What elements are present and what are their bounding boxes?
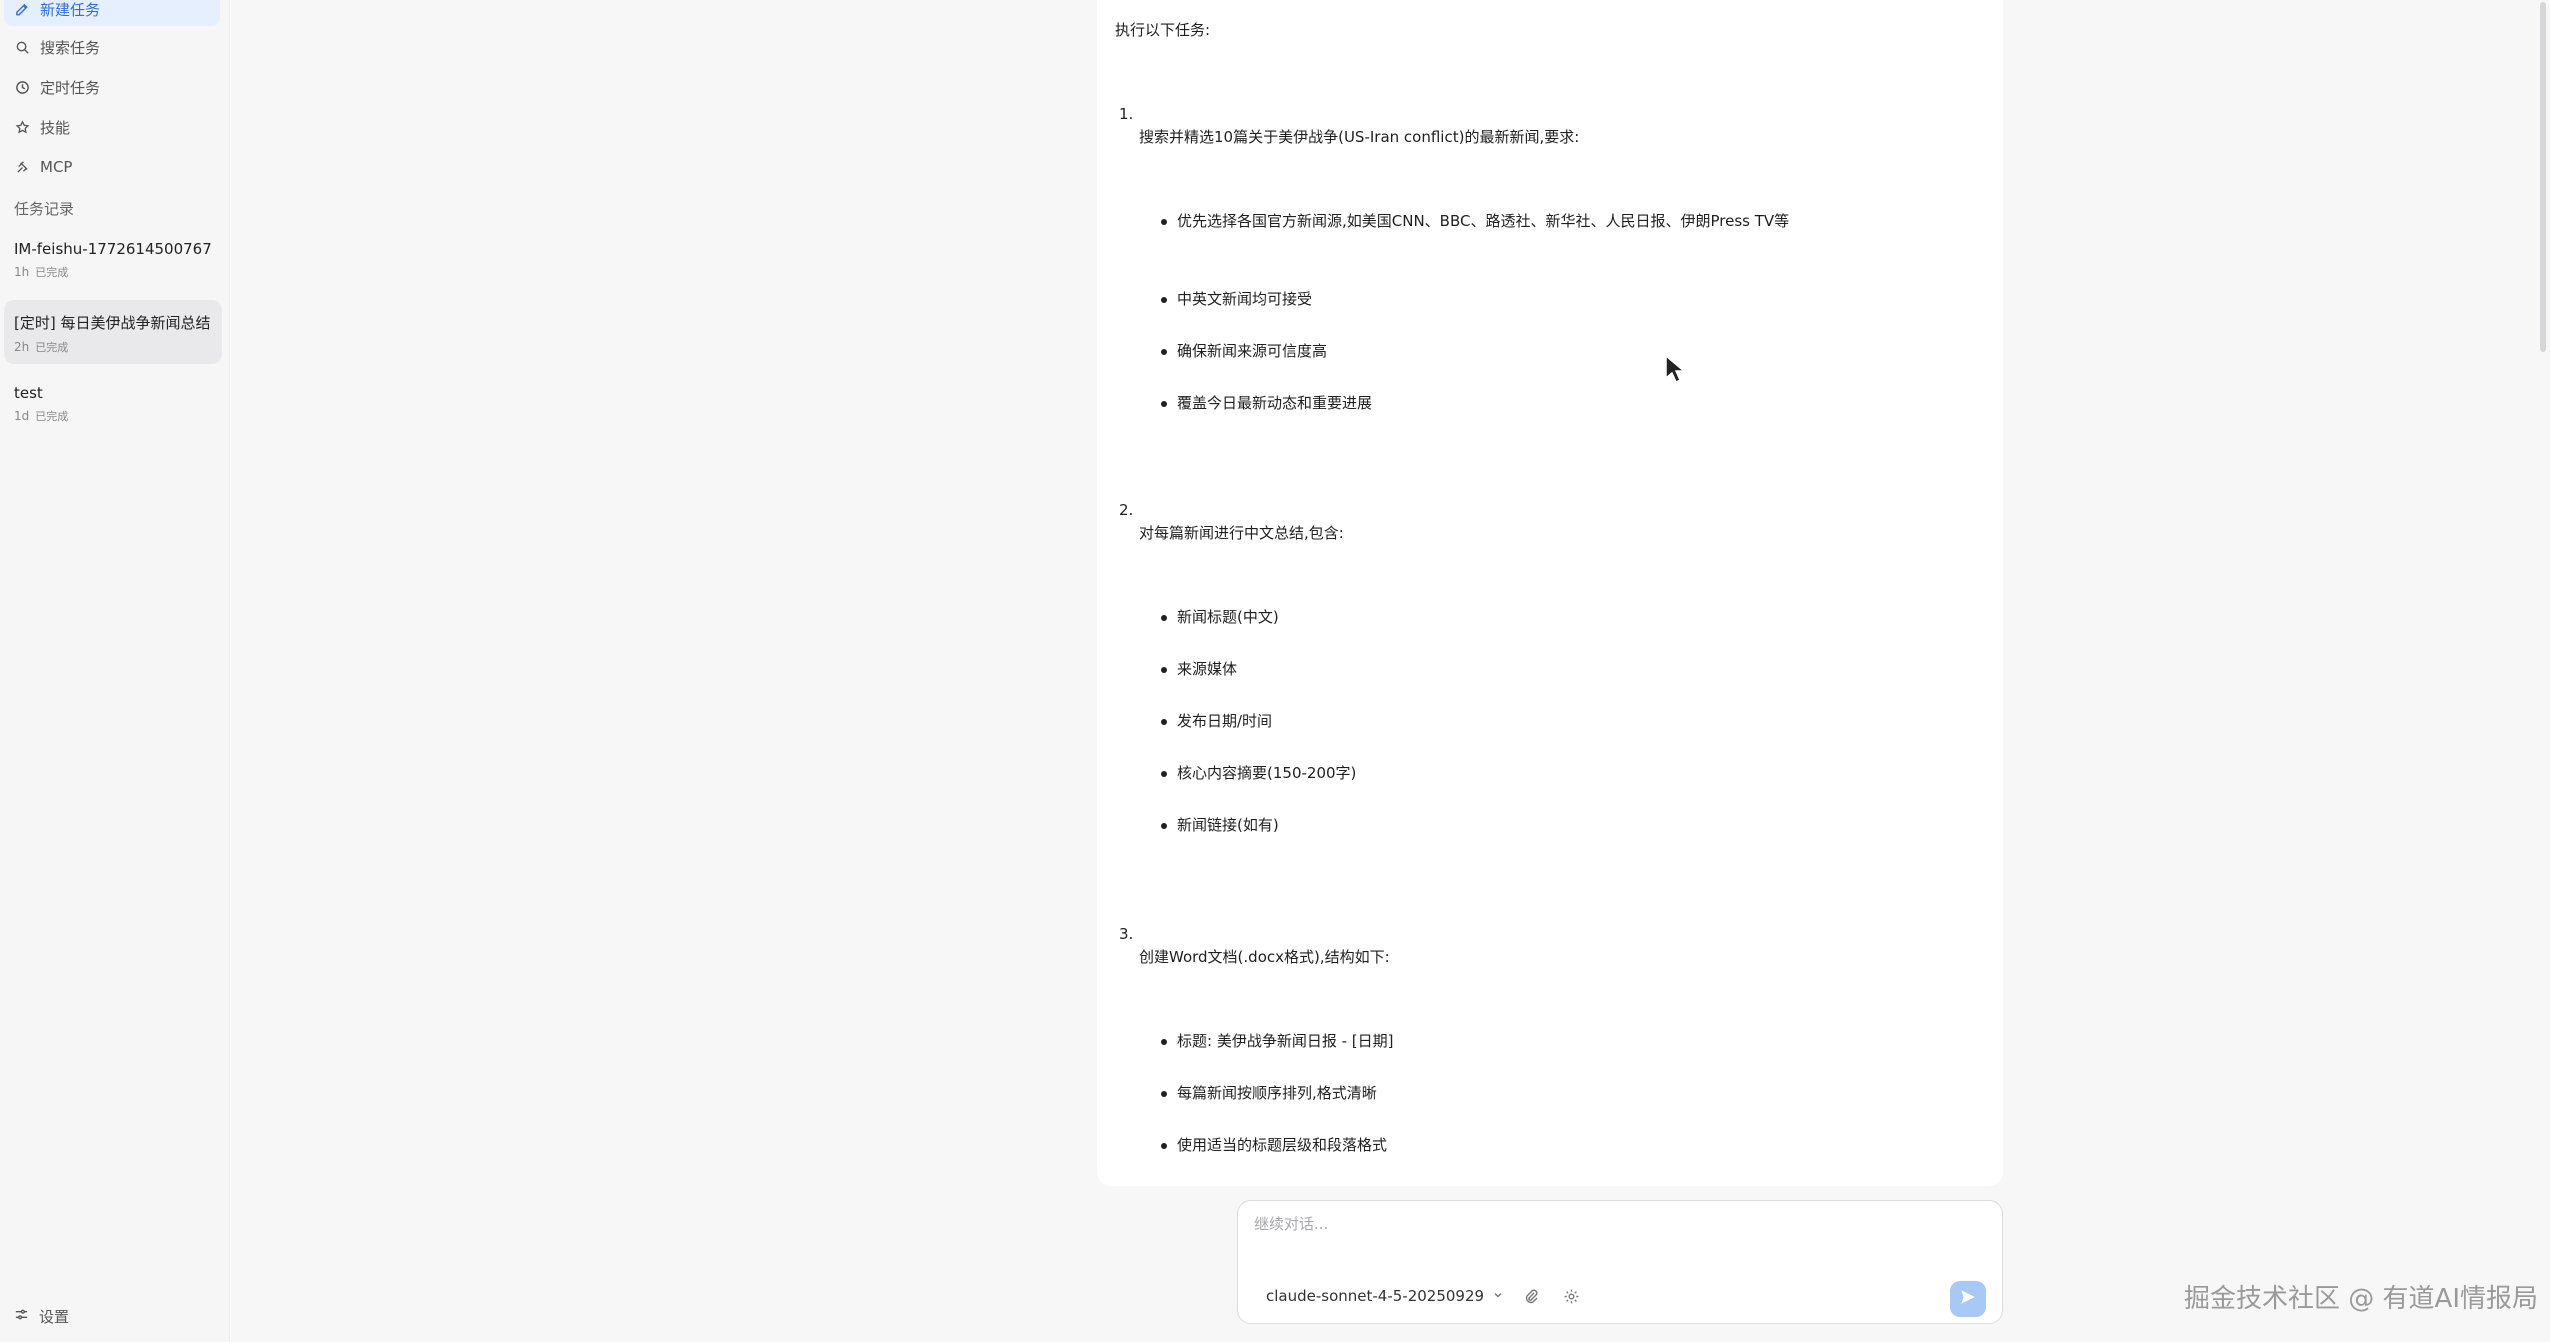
history-meta: 2h 已完成 [14,339,212,355]
main-area: 执行以下任务: 1. 搜索并精选10篇关于美伊战争(US-Iran confli… [231,0,2550,1342]
nav-label: 定时任务 [40,78,101,97]
task-bullet: 使用适当的标题层级和段落格式 [1157,1133,1977,1157]
clock-icon [14,79,30,95]
history-age: 1h [14,265,30,279]
history-meta: 1h 已完成 [14,264,212,280]
task-bullet: 中英文新闻均可接受 [1157,287,1977,311]
skill-icon [14,119,30,135]
mcp-icon [14,159,30,175]
nav-label: MCP [40,158,73,176]
task-bullet: 新闻链接(如有) [1157,813,1977,837]
paperclip-icon [1523,1288,1539,1308]
sidebar: 新建任务 搜索任务 定时任务 技能 MCP 任务记录 IM-feishu-177… [0,0,230,1342]
watermark: 掘金技术社区 @ 有道AI情报局 [2184,1284,2538,1314]
history-title: IM-feishu-1772614500767 [14,240,212,258]
skill-picker-button[interactable] [1558,1285,1584,1311]
message-intro: 执行以下任务: [1115,21,1211,39]
nav-label: 搜索任务 [40,38,101,57]
history-age: 1d [14,409,30,423]
task-number: 2. [1119,501,1134,519]
chevron-down-icon [1492,1287,1504,1305]
task-bullet: 确保新闻来源可信度高 [1157,339,1977,363]
history-item[interactable]: test 1d 已完成 [4,372,222,436]
task-bullet: 新闻标题(中文) [1157,605,1977,629]
nav-mcp[interactable]: MCP [4,150,220,184]
task-bullet: 核心内容摘要(150-200字) [1157,761,1977,785]
nav-skills[interactable]: 技能 [4,110,220,144]
send-button[interactable] [1950,1281,1986,1317]
task-bullet: 覆盖今日最新动态和重要进展 [1157,391,1977,415]
task-bullet: 每篇新闻按顺序排列,格式清晰 [1157,1081,1977,1105]
settings-sliders-icon [14,1307,29,1326]
mouse-cursor-icon [1664,354,1687,384]
task-heading: 搜索并精选10篇关于美伊战争(US-Iran conflict)的最新新闻,要求… [1139,128,1580,146]
edit-icon [14,1,30,17]
settings-button[interactable]: 设置 [14,1306,69,1327]
task-number: 1. [1119,105,1134,123]
history-item[interactable]: [定时] 每日美伊战争新闻总结 2h 已完成 [4,300,222,364]
model-selector[interactable]: claude-sonnet-4-5-20250929 [1266,1287,1504,1305]
nav-label: 技能 [40,118,71,137]
gear-icon [1563,1288,1580,1309]
scrollbar-thumb[interactable] [2540,2,2546,352]
user-message-card: 执行以下任务: 1. 搜索并精选10篇关于美伊战争(US-Iran confli… [1097,0,2003,1186]
history-status: 已完成 [35,266,69,279]
model-name: claude-sonnet-4-5-20250929 [1266,1287,1485,1305]
task-heading: 创建Word文档(.docx格式),结构如下: [1139,948,1390,966]
attach-button[interactable] [1518,1285,1544,1311]
task-bullet: 优先选择各国官方新闻源,如美国CNN、BBC、路透社、新华社、人民日报、伊朗Pr… [1157,209,1977,233]
history-title: test [14,384,43,402]
history-section-label: 任务记录 [14,200,75,218]
history-status: 已完成 [35,341,69,354]
scrollbar[interactable] [2538,0,2548,1342]
history-meta: 1d 已完成 [14,408,212,424]
task-heading: 对每篇新闻进行中文总结,包含: [1139,524,1344,542]
history-age: 2h [14,340,30,354]
history-status: 已完成 [35,410,69,423]
history-item[interactable]: IM-feishu-1772614500767 1h 已完成 [4,228,222,292]
search-icon [14,39,30,55]
task-bullet: 发布日期/时间 [1157,709,1977,733]
send-icon [1959,1288,1977,1310]
message-input[interactable] [1252,1211,1982,1261]
task-bullet: 来源媒体 [1157,657,1977,681]
composer: claude-sonnet-4-5-20250929 [1237,1200,2003,1324]
nav-label: 新建任务 [40,0,101,19]
nav-search-task[interactable]: 搜索任务 [4,30,220,64]
nav-scheduled-task[interactable]: 定时任务 [4,70,220,104]
history-title: [定时] 每日美伊战争新闻总结 [14,314,211,332]
task-bullet: 标题: 美伊战争新闻日报 - [日期] [1157,1029,1977,1053]
nav-new-task[interactable]: 新建任务 [4,0,220,26]
task-number: 3. [1119,925,1134,943]
settings-label: 设置 [39,1308,70,1326]
